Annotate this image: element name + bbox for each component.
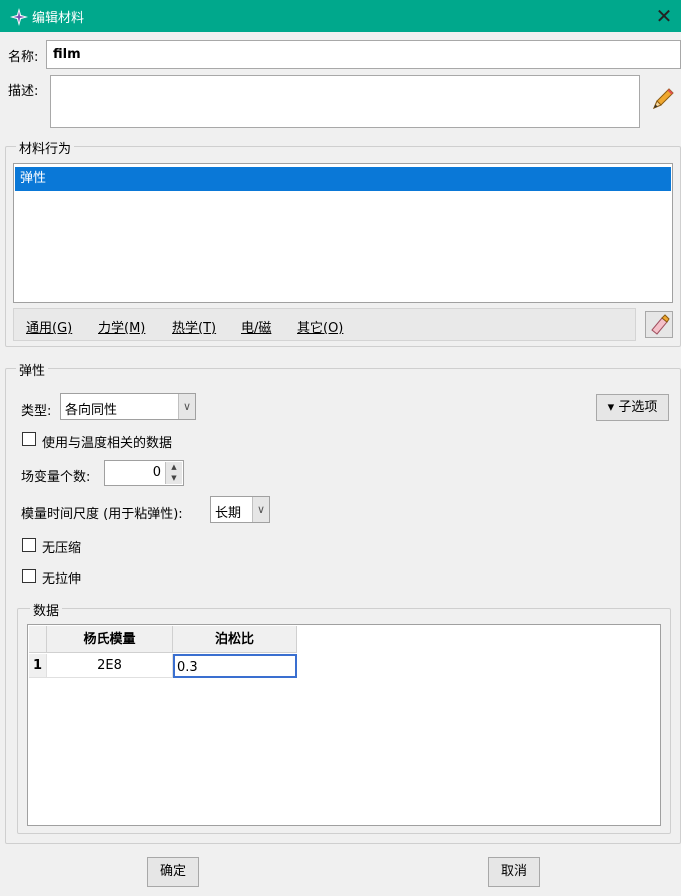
- data-group-title: 数据: [30, 600, 63, 619]
- timescale-label: 模量时间尺度 (用于粘弹性):: [21, 507, 183, 522]
- behavior-item-elastic[interactable]: 弹性: [15, 167, 671, 191]
- cell-poisson-ratio[interactable]: 0.3: [173, 654, 297, 678]
- behavior-list[interactable]: 弹性: [13, 163, 673, 303]
- spin-down-icon[interactable]: ▼: [166, 473, 182, 484]
- elastic-group-title: 弹性: [16, 360, 49, 379]
- window-title: 编辑材料: [32, 11, 85, 26]
- behaviors-group-title: 材料行为: [16, 138, 75, 157]
- cancel-button[interactable]: 取消: [488, 857, 540, 887]
- timescale-select[interactable]: 长期 ∨: [210, 496, 270, 523]
- menu-electromagnetic[interactable]: 电/磁: [241, 317, 271, 336]
- temp-dependent-checkbox[interactable]: [22, 432, 36, 446]
- no-compression-checkbox[interactable]: [22, 538, 36, 552]
- type-select[interactable]: 各向同性 ∨: [60, 393, 196, 420]
- pencil-icon[interactable]: [648, 86, 676, 114]
- chevron-down-icon: ∨: [252, 497, 269, 522]
- menu-general[interactable]: 通用(G): [26, 317, 72, 336]
- title-bar: [0, 0, 681, 32]
- column-header-poisson-ratio[interactable]: 泊松比: [173, 626, 297, 653]
- table-corner: [29, 626, 47, 653]
- menu-other[interactable]: 其它(O): [297, 317, 343, 336]
- column-header-youngs-modulus[interactable]: 杨氏模量: [47, 626, 173, 653]
- timescale-select-value: 长期: [215, 506, 242, 521]
- no-tension-label: 无拉伸: [42, 572, 82, 587]
- close-button[interactable]: ✕: [650, 2, 678, 30]
- type-select-value: 各向同性: [65, 403, 118, 418]
- eraser-icon: [651, 314, 670, 335]
- description-input[interactable]: [50, 75, 640, 128]
- field-vars-label: 场变量个数:: [21, 470, 91, 485]
- app-icon: [10, 8, 28, 26]
- spin-up-icon[interactable]: ▲: [166, 462, 182, 473]
- ok-button[interactable]: 确定: [147, 857, 199, 887]
- type-label: 类型:: [21, 404, 52, 419]
- behavior-menu-bar: 通用(G) 力学(M) 热学(T) 电/磁 其它(O): [13, 308, 636, 341]
- cell-youngs-modulus[interactable]: 2E8: [47, 654, 173, 678]
- name-input[interactable]: film: [46, 40, 681, 69]
- no-compression-label: 无压缩: [42, 541, 82, 556]
- temp-dependent-label: 使用与温度相关的数据: [42, 436, 173, 451]
- description-label: 描述:: [8, 84, 39, 99]
- chevron-down-icon: ∨: [178, 394, 195, 419]
- delete-behavior-button[interactable]: [645, 311, 673, 338]
- close-icon: ✕: [655, 4, 673, 28]
- name-label: 名称:: [8, 50, 39, 65]
- row-header[interactable]: 1: [29, 654, 47, 678]
- menu-thermal[interactable]: 热学(T): [172, 317, 216, 336]
- data-table[interactable]: 杨氏模量 泊松比 1 2E8 0.3: [27, 624, 661, 826]
- field-vars-value: 0: [152, 465, 161, 480]
- suboptions-button[interactable]: ▾ 子选项: [596, 394, 669, 421]
- field-vars-spinner[interactable]: 0 ▲ ▼: [104, 460, 184, 486]
- spinner-buttons[interactable]: ▲ ▼: [165, 462, 182, 484]
- no-tension-checkbox[interactable]: [22, 569, 36, 583]
- menu-mechanical[interactable]: 力学(M): [98, 317, 145, 336]
